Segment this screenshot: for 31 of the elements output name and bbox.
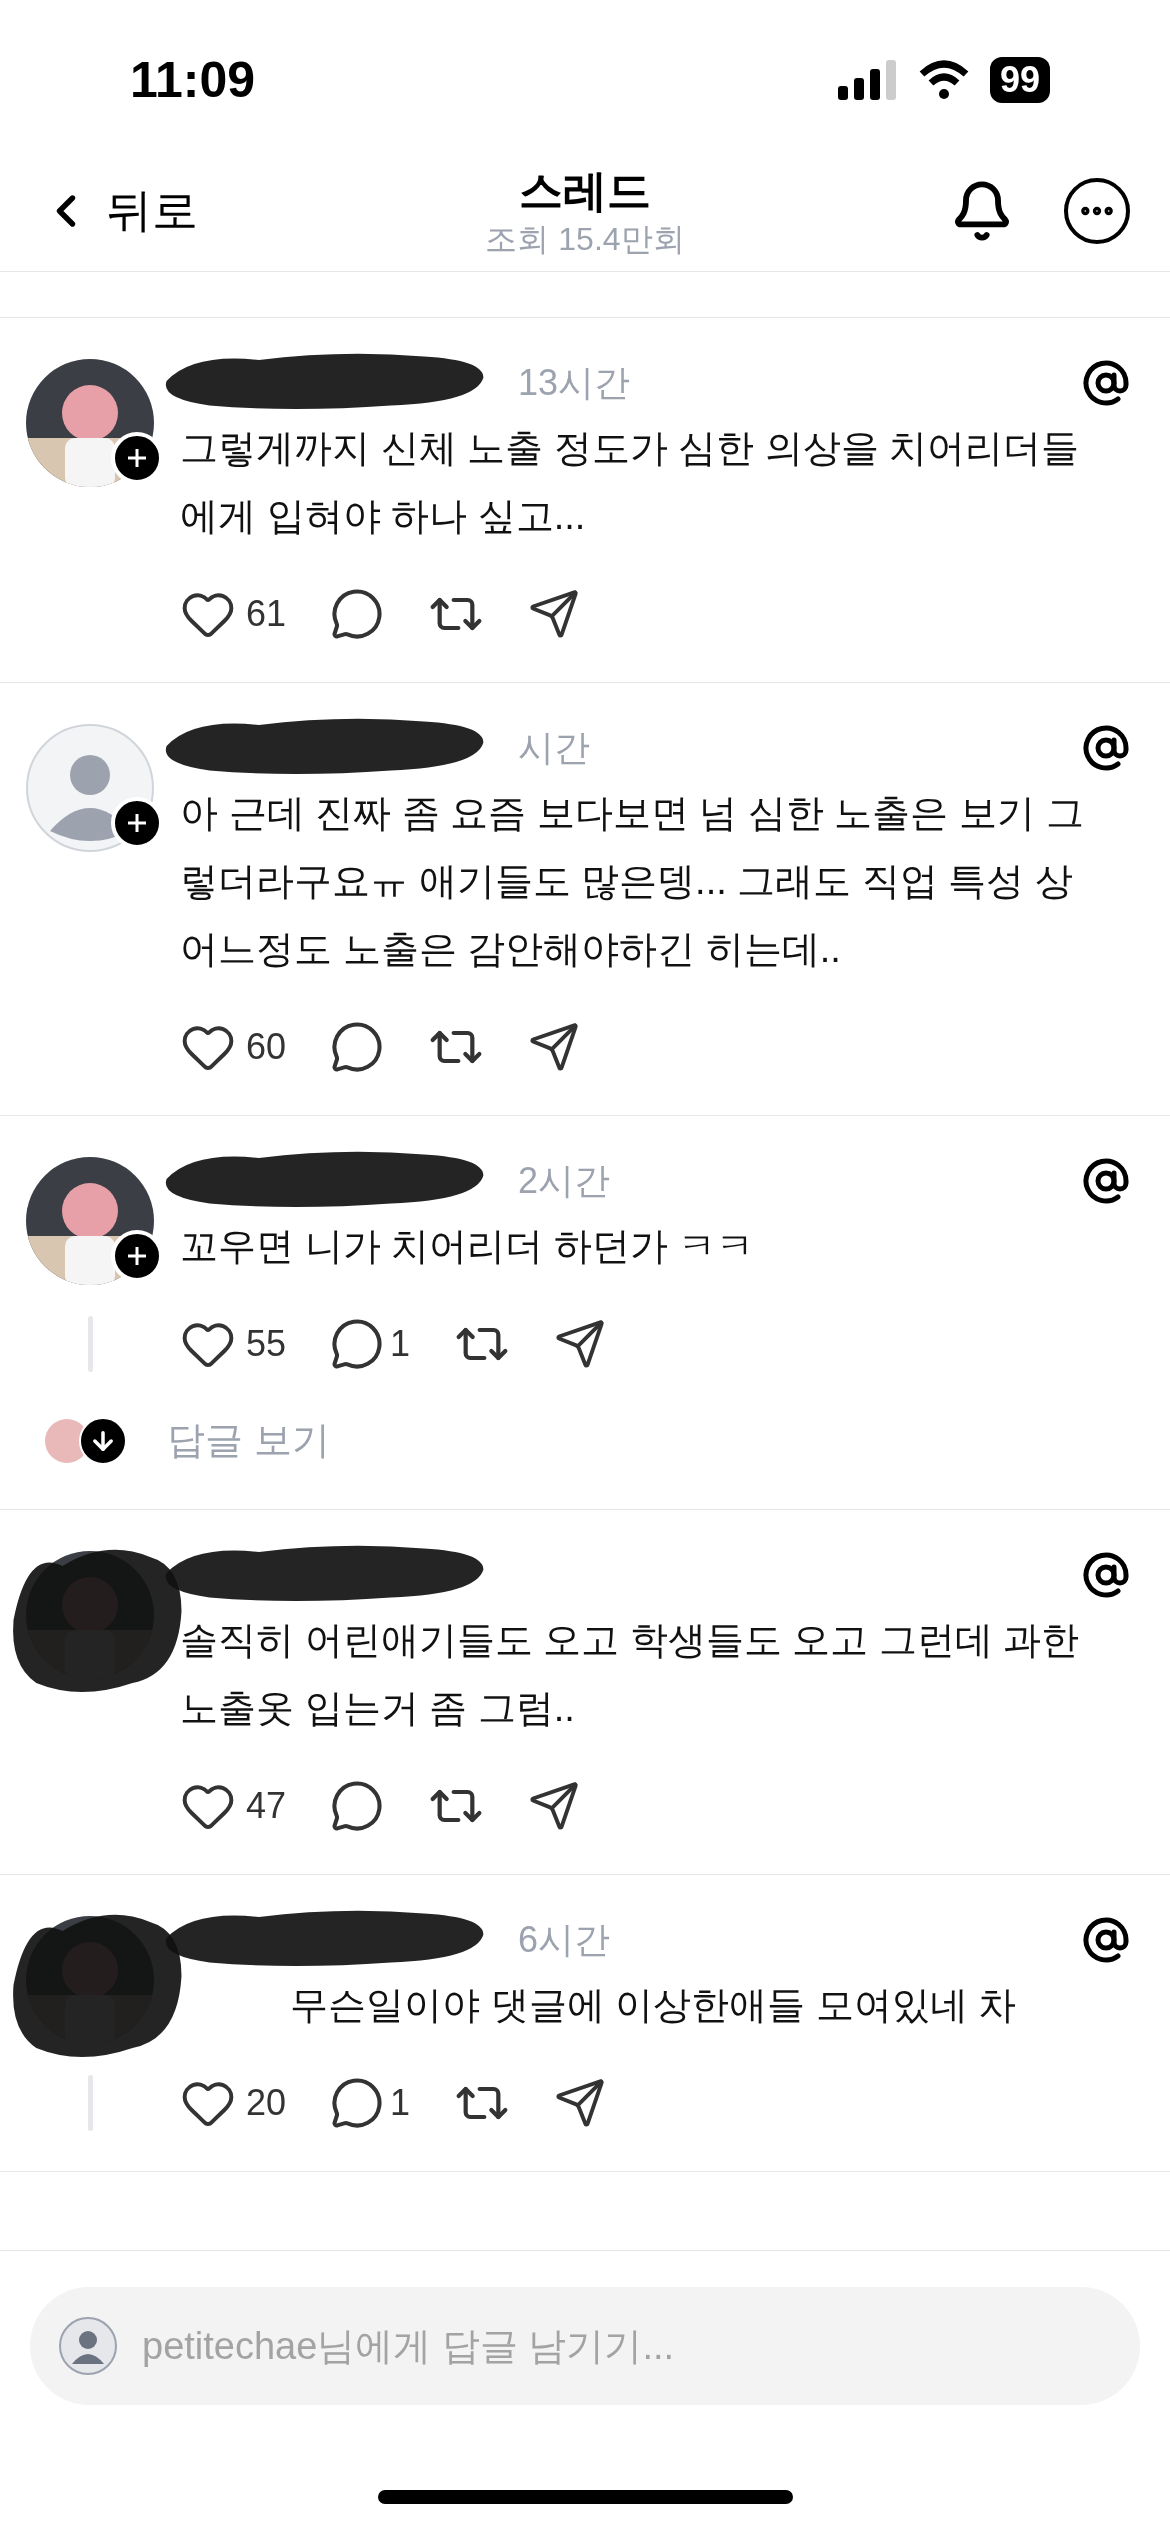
share-icon[interactable] <box>528 1021 581 1073</box>
share-icon[interactable] <box>528 1780 581 1832</box>
like-button[interactable]: 20 <box>180 2075 287 2131</box>
share-icon[interactable] <box>528 588 581 640</box>
user-avatar-icon <box>58 2316 118 2376</box>
more-options-icon[interactable] <box>1064 177 1130 244</box>
status-time: 11:09 <box>130 50 256 110</box>
post-text: 솔직히 어린애기들도 오고 학생들도 오고 그런데 과한 노출옷 입는거 좀 그럼.. <box>180 1618 1081 1731</box>
post-text: 그렇게까지 신체 노출 정도가 심한 의상을 치어리더들 에게 입혀야 하나 싶고... <box>180 426 1081 539</box>
like-button[interactable]: 47 <box>180 1778 287 1834</box>
reply-button[interactable]: 1 <box>330 1317 411 1371</box>
like-button[interactable]: 61 <box>180 586 287 642</box>
share-icon[interactable] <box>554 2077 607 2129</box>
wifi-icon <box>917 60 970 100</box>
post-time: 6시간 <box>518 1918 611 1962</box>
like-button[interactable]: 60 <box>180 1019 287 1075</box>
signal-icon <box>837 60 898 100</box>
post-text: 꼬우면 니가 치어리더 하던가 ㅋㅋ <box>180 1224 756 1269</box>
post-time: 13시간 <box>518 361 631 405</box>
battery-indicator: 99 <box>989 57 1050 103</box>
post-time: 시간 <box>518 726 590 770</box>
reply-input-field[interactable]: petitechae님에게 답글 남기기... <box>30 2287 1140 2405</box>
post-text: 아 근데 진짜 좀 요즘 보다보면 넘 심한 노출은 보기 그 렇더라구요ㅠ 애기들도 많은뎅... 그래도 직업 특성 상 어느정도 노출은 감안해야하긴 히는데.. <box>180 791 1085 972</box>
back-button[interactable]: 뒤로 <box>40 176 198 245</box>
page-title: 스레드 <box>519 164 651 217</box>
post-time: 2시간 <box>518 1159 611 1203</box>
share-icon[interactable] <box>554 1318 607 1370</box>
like-button[interactable]: 55 <box>180 1316 287 1372</box>
view-count: 조회 15.4만회 <box>485 219 685 259</box>
post-text: 무슨일이야 댓글에 이상한애들 모여있네 차 <box>290 1983 1018 2028</box>
reply-button[interactable]: 1 <box>330 2076 411 2130</box>
